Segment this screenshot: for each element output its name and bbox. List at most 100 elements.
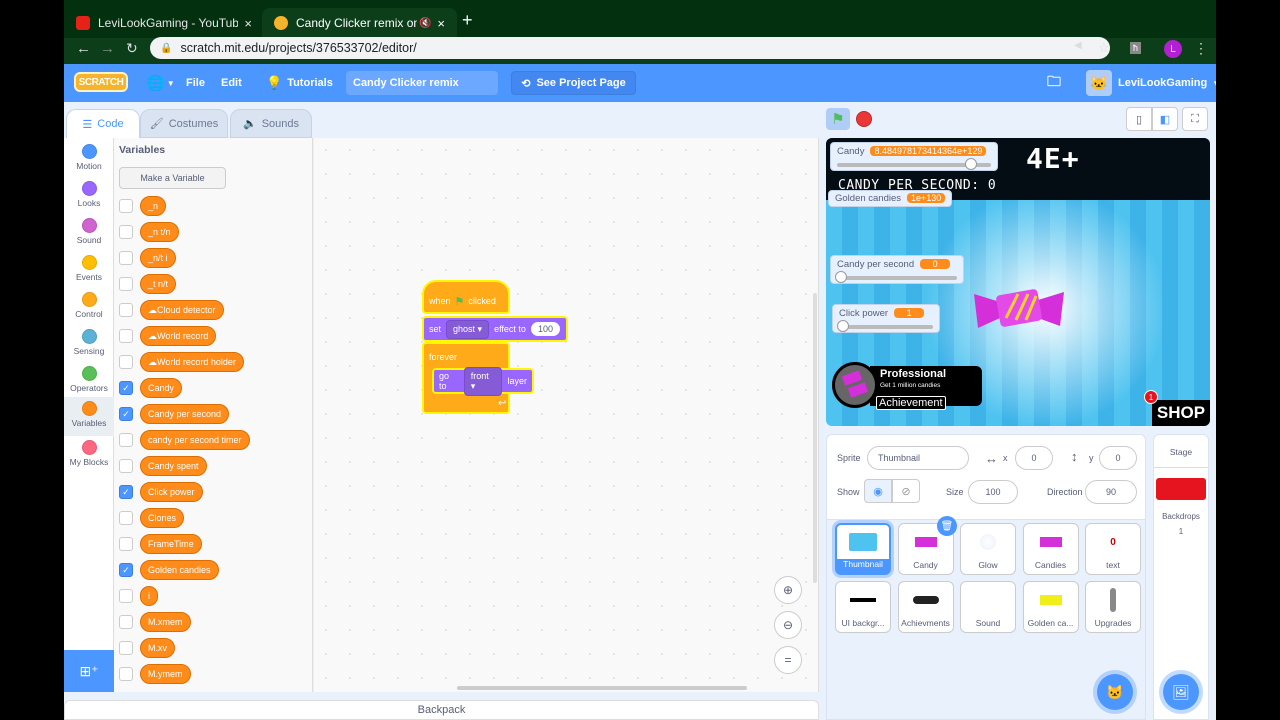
effect-dropdown[interactable]: ghost ▾ — [446, 319, 490, 339]
make-variable-button[interactable]: Make a Variable — [119, 167, 226, 189]
fullscreen-button[interactable]: ⛶ — [1182, 107, 1208, 131]
x-input[interactable]: 0 — [1015, 446, 1053, 470]
variable-reporter[interactable]: Candy — [140, 378, 183, 398]
variable-reporter[interactable]: _n/t i — [140, 248, 176, 268]
variable-checkbox[interactable] — [119, 537, 133, 551]
variable-reporter[interactable]: ☁ World record — [140, 326, 217, 346]
url-bar[interactable]: 🔒 scratch.mit.edu/projects/376533702/edi… — [150, 37, 1110, 59]
my-stuff-folder-icon[interactable]: 🗀 — [1047, 64, 1061, 102]
effect-value-input[interactable]: 100 — [530, 322, 560, 336]
account-menu[interactable]: 🐱 LeviLookGaming ▼ — [1086, 70, 1216, 96]
variable-checkbox[interactable] — [119, 251, 133, 265]
variable-checkbox[interactable] — [119, 277, 133, 291]
zoom-in-button[interactable]: ⊕ — [774, 576, 802, 604]
shop-button[interactable]: SHOP — [1152, 400, 1210, 426]
candy-sprite[interactable] — [974, 286, 1064, 332]
variable-checkbox[interactable] — [119, 589, 133, 603]
variable-checkbox[interactable] — [119, 641, 133, 655]
variable-reporter[interactable]: _t n/t — [140, 274, 177, 294]
hide-sprite-button[interactable]: ⊘ — [892, 479, 920, 503]
delete-sprite-button[interactable]: 🗑 — [937, 516, 957, 536]
stop-button[interactable] — [856, 111, 872, 127]
variable-checkbox[interactable] — [119, 433, 133, 447]
reload-icon[interactable]: ↻ — [126, 40, 138, 57]
category-my-blocks[interactable]: My Blocks — [64, 436, 114, 473]
candy-slider[interactable] — [837, 158, 991, 170]
category-sensing[interactable]: Sensing — [64, 325, 114, 362]
variable-checkbox[interactable] — [119, 667, 133, 681]
variable-checkbox[interactable] — [119, 329, 133, 343]
variable-reporter[interactable]: i — [140, 586, 158, 606]
category-operators[interactable]: Operators — [64, 362, 114, 399]
category-control[interactable]: Control — [64, 288, 114, 325]
sprite-tile[interactable]: UI backgr... — [835, 581, 891, 633]
layer-dropdown[interactable]: front ▾ — [463, 366, 503, 396]
backdrop-thumbnail[interactable] — [1156, 478, 1206, 500]
sprite-tile[interactable]: Golden ca... — [1022, 581, 1079, 633]
workspace-vertical-scrollbar[interactable] — [813, 293, 817, 583]
sprite-tile[interactable]: Sound — [960, 581, 1016, 633]
script-workspace[interactable]: ⊕ ⊖ = — [314, 138, 819, 692]
variable-reporter[interactable]: _n t/n — [140, 222, 179, 242]
site-permission-icon[interactable]: ◀ — [1074, 40, 1082, 51]
tab-scratch[interactable]: Candy Clicker remix on Scr 🔇 × — [262, 8, 457, 38]
zoom-out-button[interactable]: ⊖ — [774, 611, 802, 639]
variable-reporter[interactable]: M.xv — [140, 638, 175, 658]
workspace-horizontal-scrollbar[interactable] — [457, 686, 747, 690]
sprite-tile[interactable]: Candies — [1022, 523, 1079, 575]
variable-checkbox[interactable] — [119, 355, 133, 369]
small-stage-button[interactable]: ▯ — [1126, 107, 1152, 131]
variable-reporter[interactable]: ☁ Cloud detector — [140, 300, 224, 320]
category-sound[interactable]: Sound — [64, 214, 114, 251]
monitor-candy[interactable]: Candy 8.484978173414364e+129 — [830, 142, 998, 171]
add-extension-button[interactable]: ⊞⁺ — [64, 650, 114, 692]
variable-reporter[interactable]: Candy spent — [140, 456, 207, 476]
variable-checkbox[interactable] — [119, 199, 133, 213]
profile-avatar[interactable]: L — [1164, 40, 1182, 58]
tab-sounds[interactable]: 🔈 Sounds — [230, 109, 312, 138]
choose-sprite-button[interactable]: 🐱 — [1097, 674, 1133, 710]
slider-knob[interactable] — [835, 271, 847, 283]
choose-backdrop-button[interactable]: 🖼 — [1163, 674, 1199, 710]
variable-reporter[interactable]: Golden candies — [140, 560, 219, 580]
variable-reporter[interactable]: candy per second timer — [140, 430, 250, 450]
category-looks[interactable]: Looks — [64, 177, 114, 214]
variable-checkbox[interactable]: ✓ — [119, 381, 133, 395]
variable-checkbox[interactable]: ✓ — [119, 563, 133, 577]
variable-checkbox[interactable] — [119, 615, 133, 629]
variable-reporter[interactable]: _n — [140, 196, 167, 216]
set-effect-block[interactable]: set ghost ▾ effect to 100 — [422, 316, 568, 342]
tab-youtube[interactable]: LeviLookGaming - YouTube × — [64, 8, 264, 38]
new-tab-button[interactable]: + — [462, 10, 473, 31]
variable-checkbox[interactable]: ✓ — [119, 407, 133, 421]
variable-reporter[interactable]: Click power — [140, 482, 203, 502]
variable-checkbox[interactable] — [119, 459, 133, 473]
category-events[interactable]: Events — [64, 251, 114, 288]
scratch-logo[interactable]: SCRATCH — [74, 72, 128, 92]
tutorials-button[interactable]: 💡 Tutorials — [266, 64, 333, 102]
stage-canvas[interactable]: 4E+ CANDY PER SECOND: 0 Candy 8.484978173… — [826, 138, 1210, 426]
sprite-name-input[interactable]: Thumbnail — [867, 446, 969, 470]
monitor-click-power[interactable]: Click power 1 — [832, 304, 940, 333]
back-icon[interactable]: ← — [76, 40, 91, 57]
variable-reporter[interactable]: Candy per second — [140, 404, 230, 424]
show-sprite-button[interactable]: ◉ — [864, 479, 892, 503]
slider-knob[interactable] — [965, 158, 977, 170]
click-power-slider[interactable] — [837, 320, 933, 332]
zoom-reset-button[interactable]: = — [774, 646, 802, 674]
variable-reporter[interactable]: M.ymem — [140, 664, 191, 684]
cps-slider[interactable] — [835, 271, 957, 283]
variable-checkbox[interactable]: ✓ — [119, 485, 133, 499]
close-tab-icon[interactable]: × — [437, 16, 445, 31]
when-flag-clicked-block[interactable]: when ⚑ clicked — [422, 280, 510, 314]
category-variables[interactable]: Variables — [64, 397, 114, 436]
category-motion[interactable]: Motion — [64, 140, 114, 177]
extension-icon[interactable]: ħ — [1130, 42, 1142, 54]
green-flag-button[interactable]: ⚑ — [826, 108, 850, 130]
y-input[interactable]: 0 — [1099, 446, 1137, 470]
variable-reporter[interactable]: ☁ World record holder — [140, 352, 244, 372]
backpack-bar[interactable]: Backpack — [64, 700, 819, 720]
project-title-input[interactable]: Candy Clicker remix — [346, 71, 498, 95]
variable-checkbox[interactable] — [119, 303, 133, 317]
tab-costumes[interactable]: 🖌 Costumes — [140, 109, 228, 138]
